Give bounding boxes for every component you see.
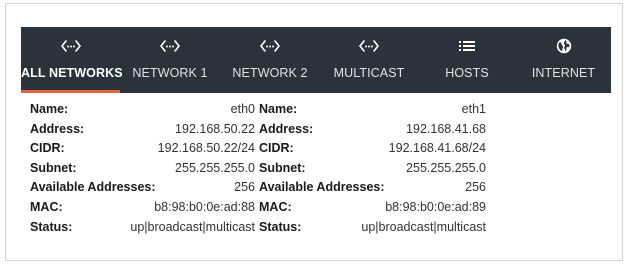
network-details: Name: eth0 Address: 192.168.50.22 CIDR: … xyxy=(30,100,590,260)
detail-label: Name: xyxy=(30,102,69,116)
detail-row-available-addresses: Available Addresses: 256 xyxy=(30,178,255,198)
active-tab-indicator xyxy=(21,90,120,93)
tab-multicast[interactable]: MULTICAST xyxy=(320,27,418,93)
detail-row-available-addresses: Available Addresses: 256 xyxy=(259,178,486,198)
network-code-icon xyxy=(220,38,320,54)
detail-value: 255.255.255.0 xyxy=(175,160,255,175)
detail-label: Status: xyxy=(30,219,73,234)
detail-value: 256 xyxy=(465,180,486,195)
globe-icon xyxy=(516,38,611,54)
detail-row-subnet: Subnet: 255.255.255.0 xyxy=(259,159,486,179)
detail-label: Address: xyxy=(259,121,314,136)
detail-label: CIDR: xyxy=(30,141,65,156)
network-code-icon xyxy=(21,38,120,54)
detail-value: 192.168.41.68/24 xyxy=(388,141,486,156)
detail-label: CIDR: xyxy=(259,141,294,156)
detail-row-mac: MAC: b8:98:b0:0e:ad:89 xyxy=(259,198,486,218)
detail-value: 192.168.50.22 xyxy=(175,121,255,136)
network-code-icon xyxy=(120,38,220,54)
detail-label: Status: xyxy=(259,219,302,234)
detail-label: MAC: xyxy=(30,199,63,214)
detail-value: eth1 xyxy=(461,102,486,116)
network-code-icon xyxy=(320,38,418,54)
list-icon xyxy=(418,38,516,54)
tab-label: NETWORK 1 xyxy=(132,66,208,80)
detail-value: 255.255.255.0 xyxy=(406,160,486,175)
detail-value: eth0 xyxy=(230,102,255,116)
tab-hosts[interactable]: HOSTS xyxy=(418,27,516,93)
tab-all-networks[interactable]: ALL NETWORKS xyxy=(21,27,123,93)
detail-label: MAC: xyxy=(259,199,292,214)
detail-value: b8:98:b0:0e:ad:89 xyxy=(385,199,486,214)
detail-row-cidr: CIDR: 192.168.41.68/24 xyxy=(259,139,486,159)
tab-label: MULTICAST xyxy=(333,66,405,80)
tab-label: NETWORK 2 xyxy=(232,66,308,80)
detail-value: b8:98:b0:0e:ad:88 xyxy=(154,199,255,214)
detail-value: 192.168.41.68 xyxy=(406,121,486,136)
detail-row-address: Address: 192.168.41.68 xyxy=(259,120,486,140)
tab-label: HOSTS xyxy=(445,66,489,80)
detail-label: Name: xyxy=(259,102,298,116)
detail-label: Available Addresses: xyxy=(30,180,156,195)
detail-value: up|broadcast|multicast xyxy=(130,219,255,234)
detail-label: Subnet: xyxy=(30,160,77,175)
detail-row-cidr: CIDR: 192.168.50.22/24 xyxy=(30,139,255,159)
detail-label: Available Addresses: xyxy=(259,180,385,195)
tab-internet[interactable]: INTERNET xyxy=(516,27,611,93)
detail-row-address: Address: 192.168.50.22 xyxy=(30,120,255,140)
network-details-column: Name: eth0 Address: 192.168.50.22 CIDR: … xyxy=(30,100,255,237)
network-tab-bar: ALL NETWORKS NETWORK 1 NETWORK 2 MULTICA… xyxy=(21,27,611,93)
detail-row-subnet: Subnet: 255.255.255.0 xyxy=(30,159,255,179)
network-details-column: Name: eth1 Address: 192.168.41.68 CIDR: … xyxy=(259,100,486,237)
detail-value: up|broadcast|multicast xyxy=(361,219,486,234)
detail-label: Subnet: xyxy=(259,160,306,175)
detail-row-name: Name: eth0 xyxy=(30,100,255,120)
detail-label: Address: xyxy=(30,121,85,136)
detail-row-name: Name: eth1 xyxy=(259,100,486,120)
tab-label: ALL NETWORKS xyxy=(21,66,123,80)
detail-value: 256 xyxy=(234,180,255,195)
detail-value: 192.168.50.22/24 xyxy=(157,141,255,156)
tab-network-2[interactable]: NETWORK 2 xyxy=(220,27,320,93)
detail-row-mac: MAC: b8:98:b0:0e:ad:88 xyxy=(30,198,255,218)
detail-row-status: Status: up|broadcast|multicast xyxy=(259,218,486,238)
detail-row-status: Status: up|broadcast|multicast xyxy=(30,218,255,238)
tab-label: INTERNET xyxy=(531,66,596,80)
tab-network-1[interactable]: NETWORK 1 xyxy=(120,27,220,93)
